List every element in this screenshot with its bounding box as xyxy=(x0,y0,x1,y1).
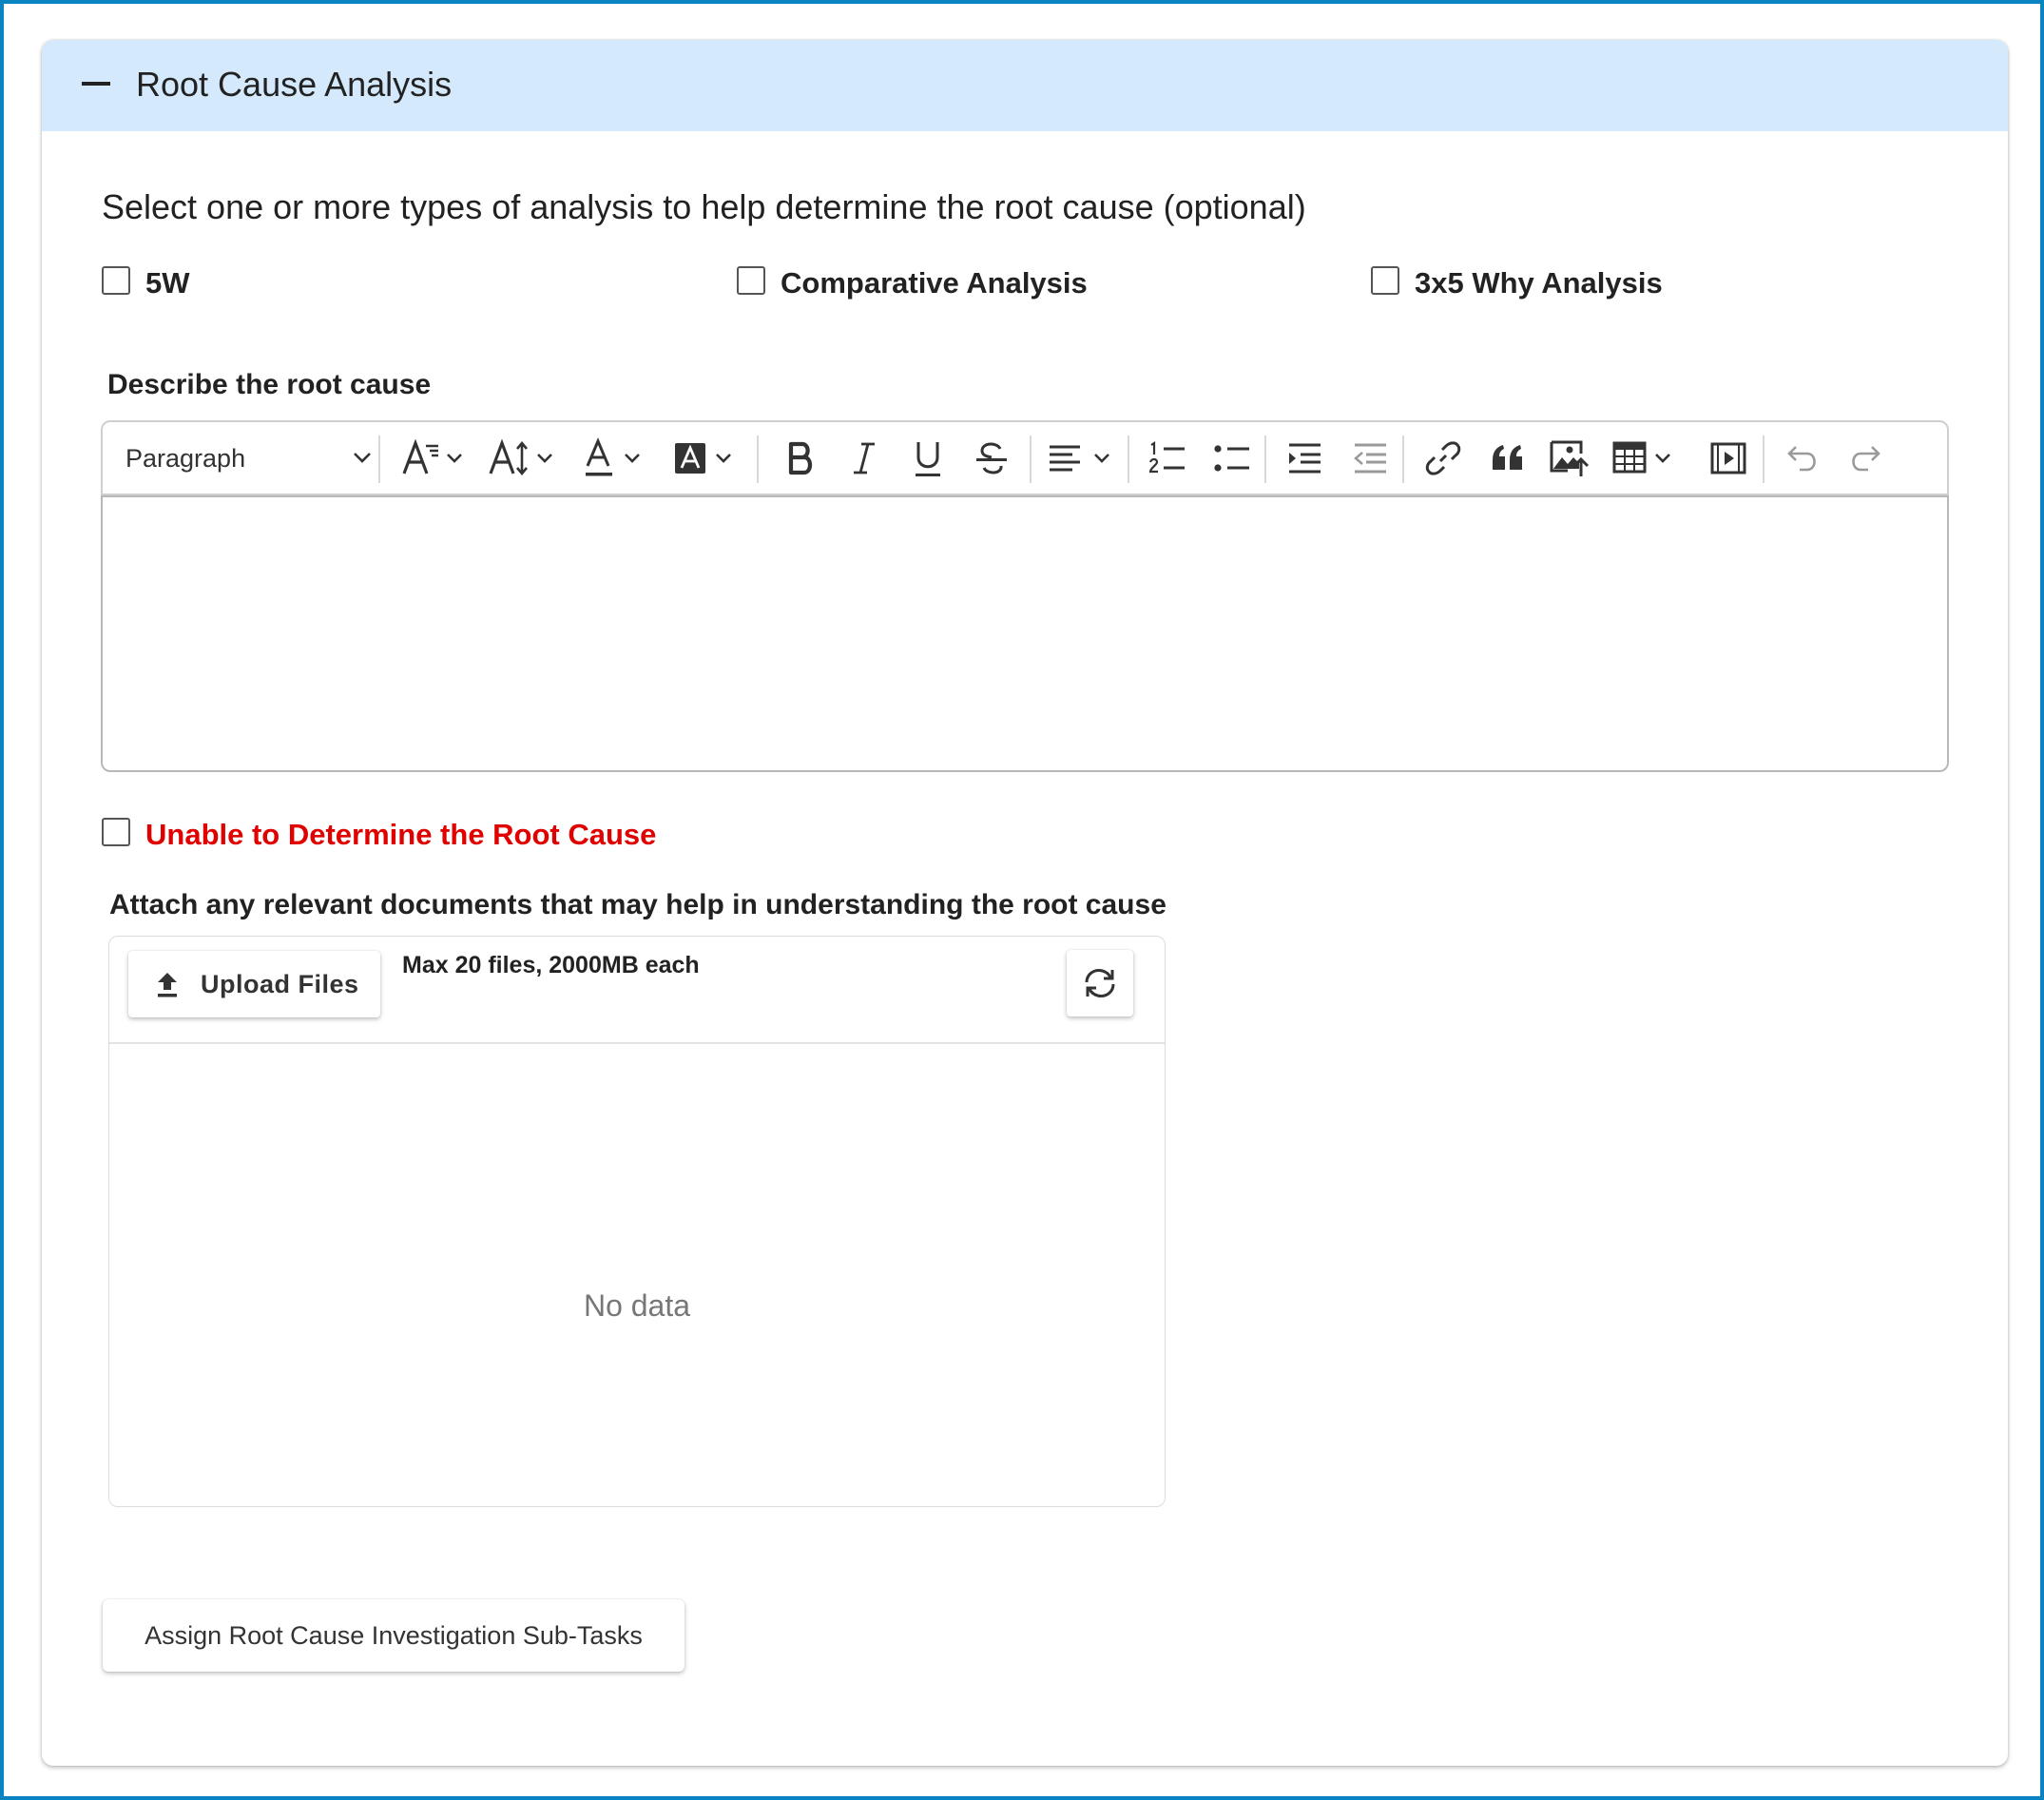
bold-button[interactable] xyxy=(774,432,827,485)
outdent-icon xyxy=(1351,439,1389,477)
toolbar-separator xyxy=(378,435,380,483)
background-color-button[interactable] xyxy=(671,432,743,485)
window-frame: Root Cause Analysis Select one or more t… xyxy=(0,0,2044,1800)
font-color-button[interactable] xyxy=(580,432,652,485)
font-color-icon xyxy=(582,437,650,479)
checkbox-5w-label[interactable]: 5W xyxy=(145,265,190,301)
numbered-list-icon xyxy=(1147,439,1187,477)
root-cause-editor[interactable] xyxy=(101,495,1949,772)
blockquote-button[interactable] xyxy=(1481,432,1534,485)
insert-image-button[interactable] xyxy=(1543,432,1596,485)
strikethrough-icon xyxy=(974,439,1009,477)
media-embed-icon xyxy=(1709,441,1747,475)
upload-icon xyxy=(154,970,181,998)
link-icon xyxy=(1424,439,1462,477)
no-data-text: No data xyxy=(583,1288,691,1323)
toolbar-separator xyxy=(1763,435,1764,483)
underline-icon xyxy=(912,438,944,478)
checkbox-5w[interactable] xyxy=(102,266,130,295)
assign-sub-tasks-button[interactable]: Assign Root Cause Investigation Sub-Task… xyxy=(103,1599,685,1672)
toolbar-separator xyxy=(757,435,759,483)
panel-title: Root Cause Analysis xyxy=(136,65,453,104)
bold-icon xyxy=(784,439,817,477)
indent-button[interactable] xyxy=(1278,432,1331,485)
font-size-button[interactable] xyxy=(397,432,473,485)
redo-icon xyxy=(1847,441,1883,475)
editor-toolbar: Paragraph xyxy=(101,420,1949,495)
attachments-label: Attach any relevant documents that may h… xyxy=(109,889,1167,920)
toolbar-separator xyxy=(1264,435,1266,483)
media-embed-button[interactable] xyxy=(1702,432,1755,485)
insert-table-button[interactable] xyxy=(1608,432,1684,485)
checkbox-3x5-why-analysis[interactable] xyxy=(1371,266,1399,295)
refresh-icon xyxy=(1083,966,1117,1000)
link-button[interactable] xyxy=(1417,432,1470,485)
align-button[interactable] xyxy=(1042,432,1122,485)
strikethrough-button[interactable] xyxy=(965,432,1018,485)
checkbox-3x5-why-analysis-label[interactable]: 3x5 Why Analysis xyxy=(1415,265,1663,301)
bulleted-list-icon xyxy=(1212,439,1252,477)
describe-root-cause-label: Describe the root cause xyxy=(107,369,432,400)
background-color-icon xyxy=(673,437,742,479)
outdent-button[interactable] xyxy=(1343,432,1397,485)
italic-button[interactable] xyxy=(838,432,891,485)
upload-files-button[interactable]: Upload Files xyxy=(128,951,380,1017)
italic-icon xyxy=(850,439,878,477)
upload-files-label: Upload Files xyxy=(201,970,359,998)
bulleted-list-button[interactable] xyxy=(1205,432,1259,485)
assign-sub-tasks-label: Assign Root Cause Investigation Sub-Task… xyxy=(145,1621,643,1650)
analysis-heading: Select one or more types of analysis to … xyxy=(102,187,1306,226)
checkbox-comparative-analysis-label[interactable]: Comparative Analysis xyxy=(781,265,1088,301)
blockquote-icon xyxy=(1490,441,1526,475)
paragraph-dropdown-label: Paragraph xyxy=(125,443,246,473)
collapse-icon[interactable] xyxy=(82,82,110,86)
line-height-icon xyxy=(489,437,561,479)
toolbar-separator xyxy=(1128,435,1129,483)
align-left-icon xyxy=(1046,439,1118,477)
indent-icon xyxy=(1285,439,1323,477)
undo-button[interactable] xyxy=(1776,432,1829,485)
toolbar-separator xyxy=(1402,435,1404,483)
refresh-button[interactable] xyxy=(1067,950,1133,1016)
undo-icon xyxy=(1784,441,1821,475)
toolbar-separator xyxy=(1030,435,1032,483)
upload-limit-text: Max 20 files, 2000MB each xyxy=(402,952,700,978)
root-cause-panel: Root Cause Analysis Select one or more t… xyxy=(42,40,2008,1766)
font-size-icon xyxy=(400,437,471,479)
image-upload-icon xyxy=(1549,438,1591,478)
numbered-list-button[interactable] xyxy=(1141,432,1194,485)
chevron-down-icon xyxy=(352,447,373,468)
line-height-button[interactable] xyxy=(487,432,563,485)
redo-button[interactable] xyxy=(1839,432,1892,485)
underline-button[interactable] xyxy=(901,432,955,485)
table-icon xyxy=(1611,439,1680,477)
unable-to-determine-label[interactable]: Unable to Determine the Root Cause xyxy=(145,817,656,853)
file-upload-area: Upload Files Max 20 files, 2000MB each N… xyxy=(108,936,1166,1507)
upload-divider xyxy=(109,1042,1165,1044)
panel-header[interactable]: Root Cause Analysis xyxy=(42,40,2008,131)
checkbox-unable-to-determine[interactable] xyxy=(102,818,130,846)
paragraph-dropdown[interactable]: Paragraph xyxy=(125,432,373,485)
checkbox-comparative-analysis[interactable] xyxy=(737,266,765,295)
